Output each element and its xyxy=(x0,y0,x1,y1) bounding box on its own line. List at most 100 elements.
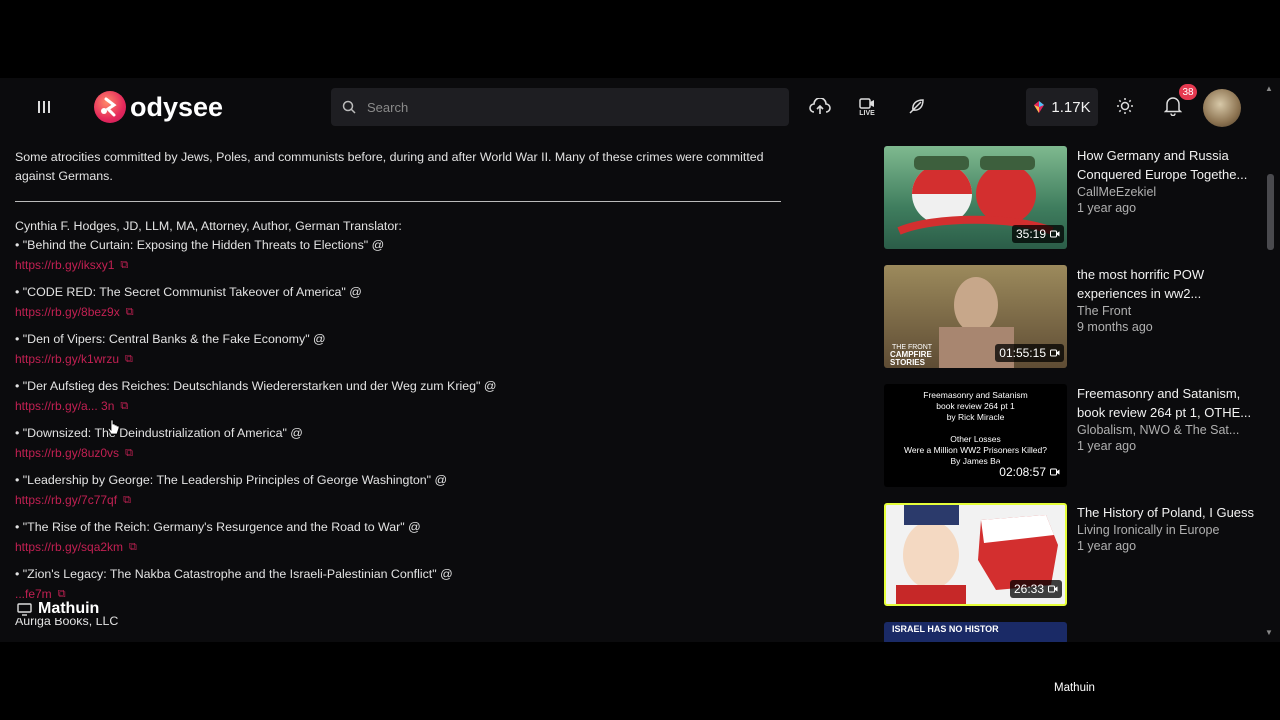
book-link-url[interactable]: https://rb.gy/7c77qf xyxy=(15,491,117,510)
user-avatar[interactable] xyxy=(1203,89,1241,127)
channel-name[interactable]: CallMeEzekiel xyxy=(1077,185,1260,199)
upload-icon[interactable] xyxy=(806,92,834,122)
book-link-url[interactable]: https://rb.gy/8bez9x xyxy=(15,303,120,322)
odysee-logo-icon xyxy=(94,91,126,123)
channel-name[interactable]: Living Ironically in Europe xyxy=(1077,523,1260,537)
video-camera-icon xyxy=(1048,582,1058,596)
video-meta: Freemasonry and Satanism, book review 26… xyxy=(1077,384,1260,453)
video-thumbnail[interactable]: 26:33 xyxy=(884,503,1067,606)
notification-badge: 38 xyxy=(1179,84,1197,100)
duration-text: 26:33 xyxy=(1013,582,1044,596)
related-video-card[interactable]: THE FRONT CAMPFIRE STORIES 01:55:15 the most… xyxy=(884,265,1260,375)
video-title[interactable]: Freemasonry and Satanism, book review 26… xyxy=(1077,384,1260,422)
upload-age: 1 year ago xyxy=(1077,539,1137,553)
live-label: LIVE xyxy=(859,109,875,117)
channel-name[interactable]: Globalism, NWO & The Sat... xyxy=(1077,423,1260,437)
menu-icon[interactable] xyxy=(30,93,58,121)
camera-icon xyxy=(859,97,874,109)
wallet-balance-button[interactable]: 1.17K xyxy=(1026,88,1098,126)
scroll-up-arrow[interactable]: ▲ xyxy=(1265,84,1273,93)
video-duration: 01:55:15 xyxy=(995,344,1064,362)
video-description: Some atrocities committed by Jews, Poles… xyxy=(15,148,795,631)
book-title: • "Leadership by George: The Leadership … xyxy=(15,473,448,487)
video-camera-icon xyxy=(1050,227,1060,241)
duration-text: 01:55:15 xyxy=(999,346,1046,360)
channel-name[interactable]: The Front xyxy=(1077,304,1260,318)
go-live-button[interactable]: LIVE xyxy=(852,92,882,122)
logo-text: odysee xyxy=(130,91,224,122)
book-link-url[interactable]: https://rb.gy/k1wrzu xyxy=(15,350,119,369)
book-title: • "The Rise of the Reich: Germany's Resu… xyxy=(15,520,421,534)
bottom-caption: Mathuin xyxy=(1054,682,1095,694)
top-header: odysee LIVE 1.17K 38 xyxy=(0,78,1280,136)
book-link[interactable]: https://rb.gy/sqa2km ⧉ xyxy=(15,538,795,557)
book-title: • "Downsized: The Deindustrialization of… xyxy=(15,426,303,440)
related-video-card[interactable]: 26:33 The History of Poland, I Guess Livin… xyxy=(884,503,1260,613)
duration-text: 02:08:57 xyxy=(999,465,1046,479)
book-title: • "Zion's Legacy: The Nakba Catastrophe … xyxy=(15,567,453,581)
book-link[interactable]: ...fe7m ⧉ xyxy=(15,585,795,604)
video-title[interactable]: How Germany and Russia Conquered Europe … xyxy=(1077,146,1260,184)
external-link-icon: ⧉ xyxy=(125,353,133,365)
wallet-amount: 1.17K xyxy=(1051,98,1091,116)
video-meta: the most horrific POW experiences in ww2… xyxy=(1077,265,1260,334)
video-meta: How Germany and Russia Conquered Europe … xyxy=(1077,146,1260,215)
description-intro: Some atrocities committed by Jews, Poles… xyxy=(15,150,764,183)
video-camera-icon xyxy=(1050,465,1060,479)
book-link[interactable]: https://rb.gy/8bez9x ⧉ xyxy=(15,303,795,322)
mouse-cursor-icon xyxy=(107,419,120,435)
divider xyxy=(15,201,781,202)
publish-feather-icon[interactable] xyxy=(902,92,930,122)
monitor-icon xyxy=(17,602,32,616)
search-icon xyxy=(342,100,356,114)
channel-overlay[interactable]: Mathuin xyxy=(17,600,102,618)
book-link[interactable]: https://rb.gy/iksxy1 ⧉ xyxy=(15,256,795,275)
video-title[interactable]: The History of Poland, I Guess xyxy=(1077,503,1260,522)
upload-age: 1 year ago xyxy=(1077,201,1137,215)
odysee-logo[interactable]: odysee xyxy=(94,90,223,124)
book-link[interactable]: https://rb.gy/k1wrzu ⧉ xyxy=(15,350,795,369)
book-title: • "Der Aufstieg des Reiches: Deutschland… xyxy=(15,379,497,393)
video-duration: 35:19 xyxy=(1011,225,1064,243)
external-link-icon: ⧉ xyxy=(120,259,129,271)
upload-age: 1 year ago xyxy=(1077,439,1137,453)
scroll-down-arrow[interactable]: ▼ xyxy=(1265,628,1273,637)
video-thumbnail[interactable]: 35:19 xyxy=(884,146,1067,249)
video-thumbnail[interactable]: ISRAEL HAS NO HISTOR xyxy=(884,622,1067,642)
author-line: Cynthia F. Hodges, JD, LLM, MA, Attorney… xyxy=(15,219,402,233)
book-title: • "CODE RED: The Secret Communist Takeov… xyxy=(15,285,362,299)
upload-age: 9 months ago xyxy=(1077,320,1153,334)
video-duration: 02:08:57 xyxy=(995,463,1064,481)
scrollbar-thumb[interactable] xyxy=(1267,174,1274,250)
external-link-icon: ⧉ xyxy=(125,306,134,318)
video-thumbnail[interactable]: Freemasonry and Satanism book review 264 … xyxy=(884,384,1067,487)
external-link-icon: ⧉ xyxy=(129,541,137,553)
book-list: • "Behind the Curtain: Exposing the Hidd… xyxy=(15,236,795,604)
book-link-url[interactable]: https://rb.gy/a... 3n xyxy=(15,397,114,416)
related-video-card[interactable]: ISRAEL HAS NO HISTOR xyxy=(884,622,1260,642)
video-duration: 26:33 xyxy=(1009,580,1062,598)
book-link[interactable]: https://rb.gy/8uz0vs ⧉ xyxy=(15,444,795,463)
search-bar[interactable] xyxy=(331,88,789,126)
overlay-channel-name: Mathuin xyxy=(38,600,100,617)
book-link-url[interactable]: https://rb.gy/sqa2km xyxy=(15,538,123,557)
book-title: • "Den of Vipers: Central Banks & the Fa… xyxy=(15,332,326,346)
search-input[interactable] xyxy=(365,98,769,116)
video-meta: The History of Poland, I Guess Living Iro… xyxy=(1077,503,1260,553)
book-link[interactable]: https://rb.gy/7c77qf ⧉ xyxy=(15,491,795,510)
video-thumbnail[interactable]: THE FRONT CAMPFIRE STORIES 01:55:15 xyxy=(884,265,1067,368)
sun-theme-icon[interactable] xyxy=(1112,93,1138,119)
lbc-credits-icon xyxy=(1034,101,1045,113)
book-link-url[interactable]: https://rb.gy/iksxy1 xyxy=(15,256,114,275)
app-window: odysee LIVE 1.17K 38 xyxy=(0,78,1280,642)
book-link-url[interactable]: https://rb.gy/8uz0vs xyxy=(15,444,119,463)
external-link-icon: ⧉ xyxy=(125,447,133,459)
book-title: • "Behind the Curtain: Exposing the Hidd… xyxy=(15,238,385,252)
related-video-card[interactable]: 35:19 How Germany and Russia Conquered Eu… xyxy=(884,146,1260,256)
related-video-card[interactable]: Freemasonry and Satanism book review 264 … xyxy=(884,384,1260,494)
video-camera-icon xyxy=(1050,346,1060,360)
video-title[interactable]: the most horrific POW experiences in ww2… xyxy=(1077,265,1260,303)
svg-text:STORIES: STORIES xyxy=(890,358,926,367)
external-link-icon: ⧉ xyxy=(123,494,131,506)
book-link[interactable]: https://rb.gy/a... 3n ⧉ xyxy=(15,397,795,416)
